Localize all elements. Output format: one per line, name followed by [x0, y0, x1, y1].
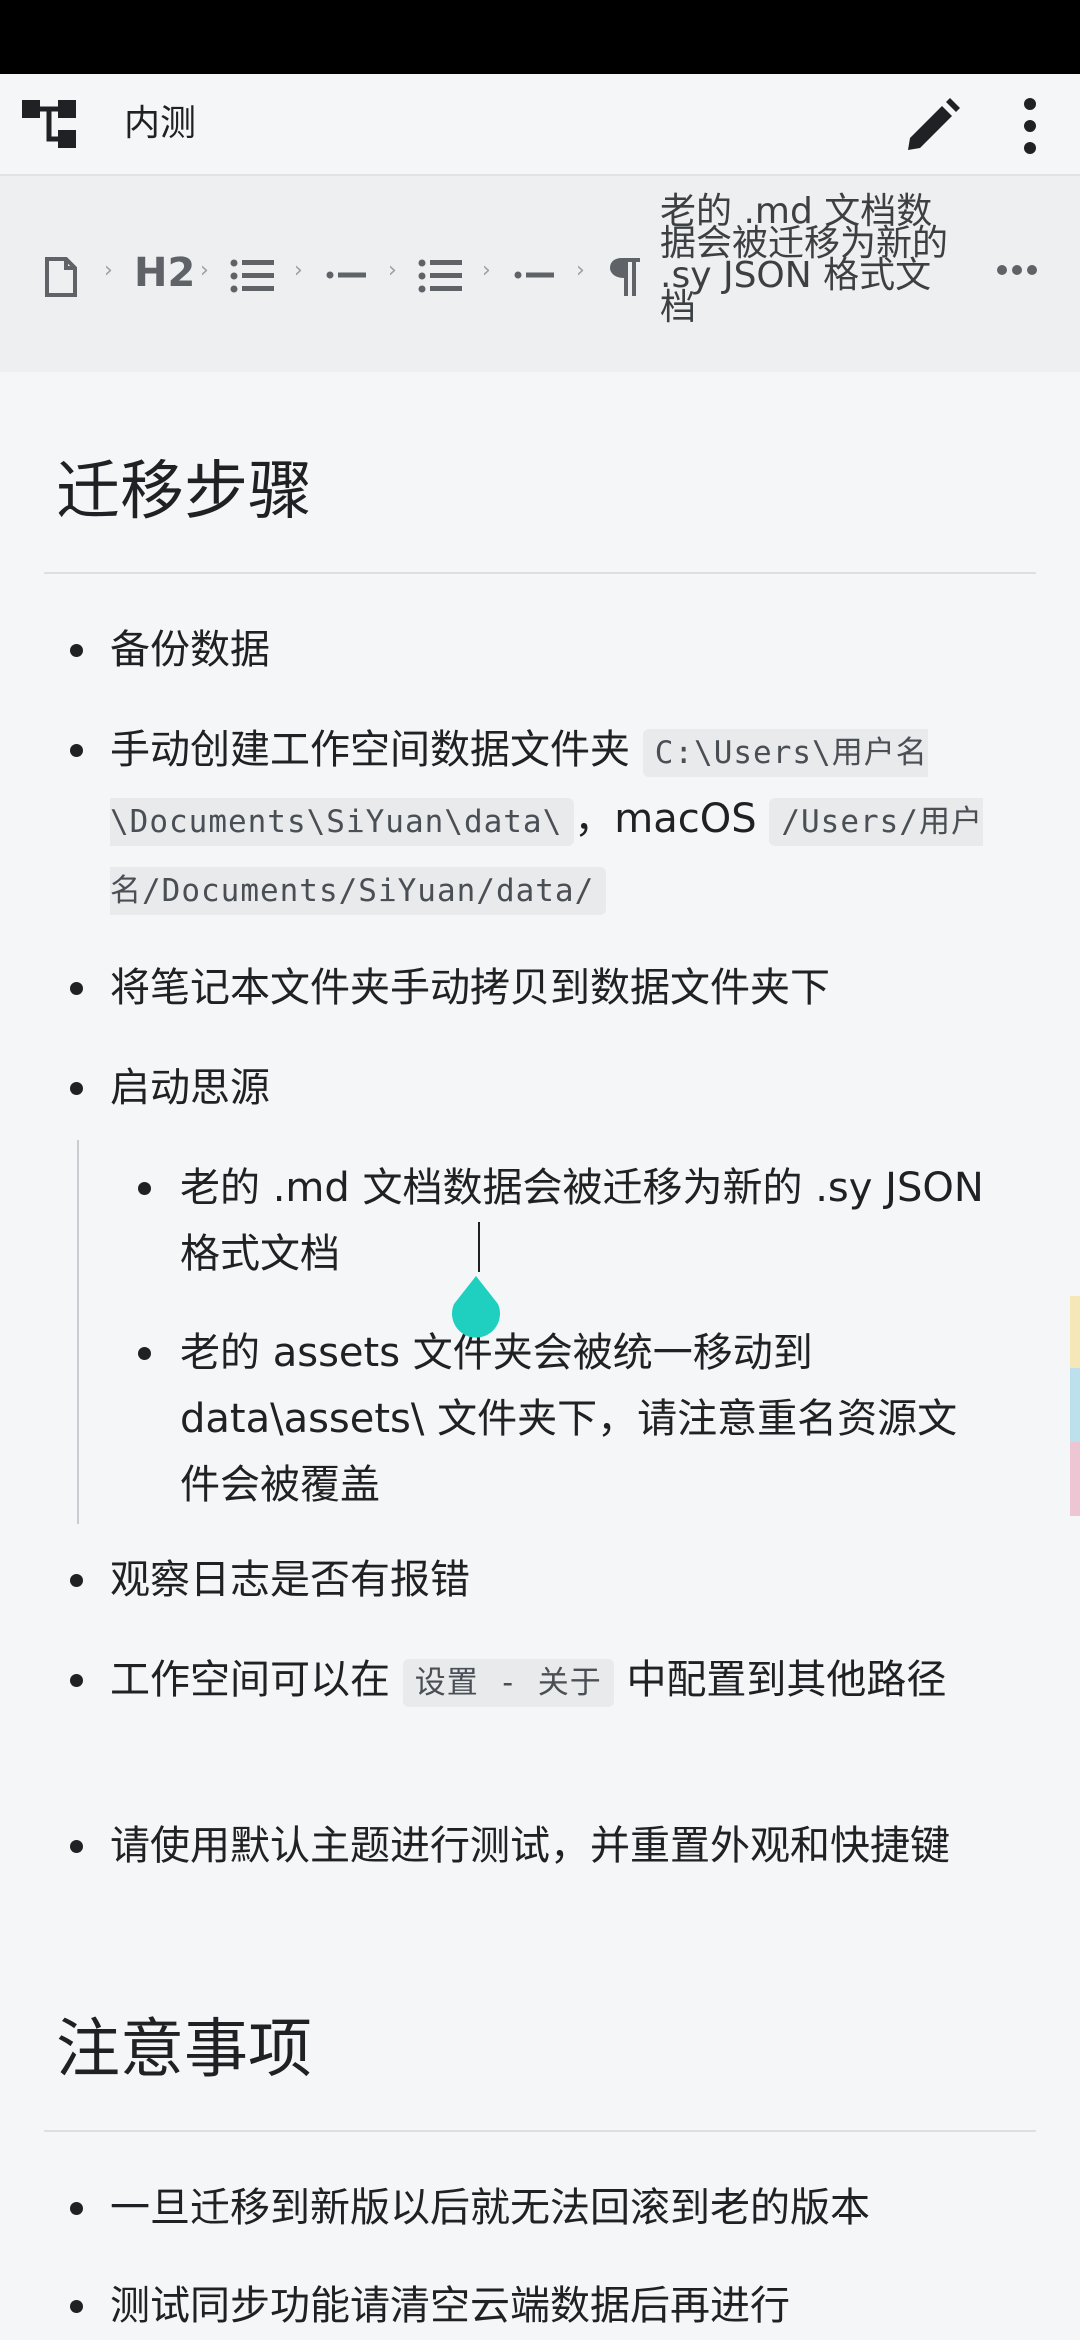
- breadcrumb: › H2 › › › › › 老的 .md 文档数据会被迁移为新的 .sy JS…: [0, 176, 1080, 372]
- top-toolbar: 内测: [0, 74, 1080, 176]
- heading-crumb[interactable]: H2: [134, 250, 195, 296]
- crumb-separator: ›: [576, 258, 585, 283]
- edit-icon[interactable]: [900, 94, 964, 158]
- inline-code: 设置 - 关于: [402, 1659, 614, 1707]
- bullet: [70, 2202, 83, 2215]
- crumb-separator: ›: [104, 258, 113, 283]
- scroll-marker-blue: [1070, 1368, 1080, 1442]
- list-item[interactable]: 一旦迁移到新版以后就无法回滚到老的版本: [110, 2175, 1010, 2241]
- notebook-title[interactable]: 内测: [124, 100, 196, 148]
- paragraph-icon[interactable]: [608, 254, 642, 298]
- list-item[interactable]: 观察日志是否有报错: [110, 1547, 1010, 1613]
- bullet: [70, 1674, 83, 1687]
- nested-list-guide: [77, 1140, 79, 1524]
- crumb-separator: ›: [294, 258, 303, 283]
- list-item[interactable]: 工作空间可以在 设置 - 关于 中配置到其他路径: [110, 1647, 1010, 1716]
- list-item[interactable]: 启动思源: [110, 1055, 1010, 1121]
- bullet: [70, 1082, 83, 1095]
- more-horiz-icon[interactable]: [996, 262, 1038, 278]
- bullet: [70, 982, 83, 995]
- list-item[interactable]: 老的 assets 文件夹会被统一移动到 data\assets\ 文件夹下，请…: [180, 1320, 990, 1518]
- list-item[interactable]: 请使用默认主题进行测试，并重置外观和快捷键: [110, 1813, 1010, 1879]
- document-icon[interactable]: [44, 256, 78, 298]
- bullet: [70, 2300, 83, 2313]
- scroll-markers: [1070, 1296, 1080, 1516]
- bullet: [138, 1347, 151, 1360]
- bullet: [70, 1574, 83, 1587]
- list-item[interactable]: 备份数据: [110, 617, 1010, 683]
- list-icon[interactable]: [230, 258, 274, 294]
- list-item[interactable]: 测试同步功能请清空云端数据后再进行: [110, 2273, 1010, 2339]
- crumb-separator: ›: [482, 258, 491, 283]
- bullet: [70, 1840, 83, 1853]
- list-item-icon[interactable]: [326, 268, 366, 282]
- list-item-icon[interactable]: [514, 268, 554, 282]
- crumb-separator: ›: [388, 258, 397, 283]
- more-vert-icon[interactable]: [1010, 94, 1050, 158]
- bullet: [138, 1182, 151, 1195]
- crumb-separator: ›: [200, 258, 209, 283]
- heading-divider: [44, 2130, 1036, 2132]
- list-item[interactable]: 手动创建工作空间数据文件夹 C:\Users\用户名\Documents\SiY…: [110, 717, 1010, 924]
- list-item[interactable]: 老的 .md 文档数据会被迁移为新的 .sy JSON 格式文档: [180, 1155, 990, 1287]
- status-bar: [0, 0, 1080, 74]
- heading-divider: [44, 572, 1036, 574]
- list-icon[interactable]: [418, 258, 462, 294]
- section-heading-notes[interactable]: 注意事项: [56, 2010, 312, 2090]
- scroll-marker-yellow: [1070, 1296, 1080, 1368]
- list-item[interactable]: 将笔记本文件夹手动拷贝到数据文件夹下: [110, 955, 1010, 1021]
- selection-handle-icon[interactable]: [448, 1276, 504, 1342]
- current-block-crumb[interactable]: 老的 .md 文档数据会被迁移为新的 .sy JSON 格式文档: [660, 194, 960, 326]
- section-heading-migration[interactable]: 迁移步骤: [56, 452, 312, 532]
- tree-icon[interactable]: [20, 96, 78, 152]
- bullet: [70, 644, 83, 657]
- text-cursor: [478, 1222, 480, 1272]
- bullet: [70, 744, 83, 757]
- editor[interactable]: 迁移步骤 备份数据 手动创建工作空间数据文件夹 C:\Users\用户名\Doc…: [0, 372, 1080, 2340]
- scroll-marker-pink: [1070, 1442, 1080, 1516]
